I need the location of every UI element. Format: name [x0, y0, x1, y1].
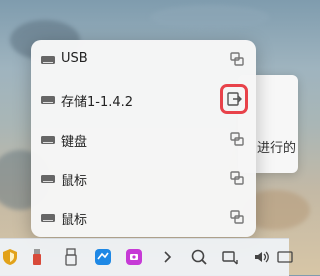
device-label: USB [61, 51, 88, 66]
shield-icon[interactable] [0, 247, 20, 267]
eject-icon[interactable] [226, 91, 242, 107]
unlink-icon[interactable] [229, 170, 245, 186]
drive-icon [41, 175, 55, 183]
unlink-icon[interactable] [229, 131, 245, 147]
device-label: 存储1-1.4.2 [61, 95, 134, 110]
usb-stick-icon[interactable] [27, 247, 47, 267]
device-row-keyboard[interactable]: 键盘 [31, 121, 256, 159]
background-window-text: 进行的 [257, 141, 297, 156]
drive-icon [41, 214, 55, 222]
drive-icon [41, 96, 55, 104]
battery-icon[interactable] [276, 247, 296, 267]
taskbar [0, 238, 293, 276]
unlink-icon[interactable] [229, 209, 245, 225]
chevron-right-icon[interactable] [157, 247, 177, 267]
device-row-mouse[interactable]: 鼠标 [31, 160, 256, 198]
device-popup: USB 存储1-1.4.2 键盘 鼠标 鼠标 [31, 40, 256, 237]
wallpaper-sky [150, 5, 270, 30]
app-purple-icon[interactable] [124, 247, 144, 267]
device-row-usb[interactable]: USB [31, 41, 256, 79]
app-blue-icon[interactable] [93, 247, 113, 267]
network-icon[interactable] [220, 247, 240, 267]
drive-icon [41, 56, 55, 64]
drive-icon [41, 136, 55, 144]
device-label: 键盘 [61, 135, 88, 150]
unlink-icon[interactable] [229, 51, 245, 67]
search-icon[interactable] [189, 247, 209, 267]
device-row-mouse-2[interactable]: 鼠标 [31, 199, 256, 237]
volume-icon[interactable] [252, 247, 272, 267]
eject-button-highlight[interactable] [220, 84, 248, 114]
device-label: 鼠标 [61, 213, 88, 228]
pen-drive-icon[interactable] [61, 247, 81, 267]
device-label: 鼠标 [61, 174, 88, 189]
